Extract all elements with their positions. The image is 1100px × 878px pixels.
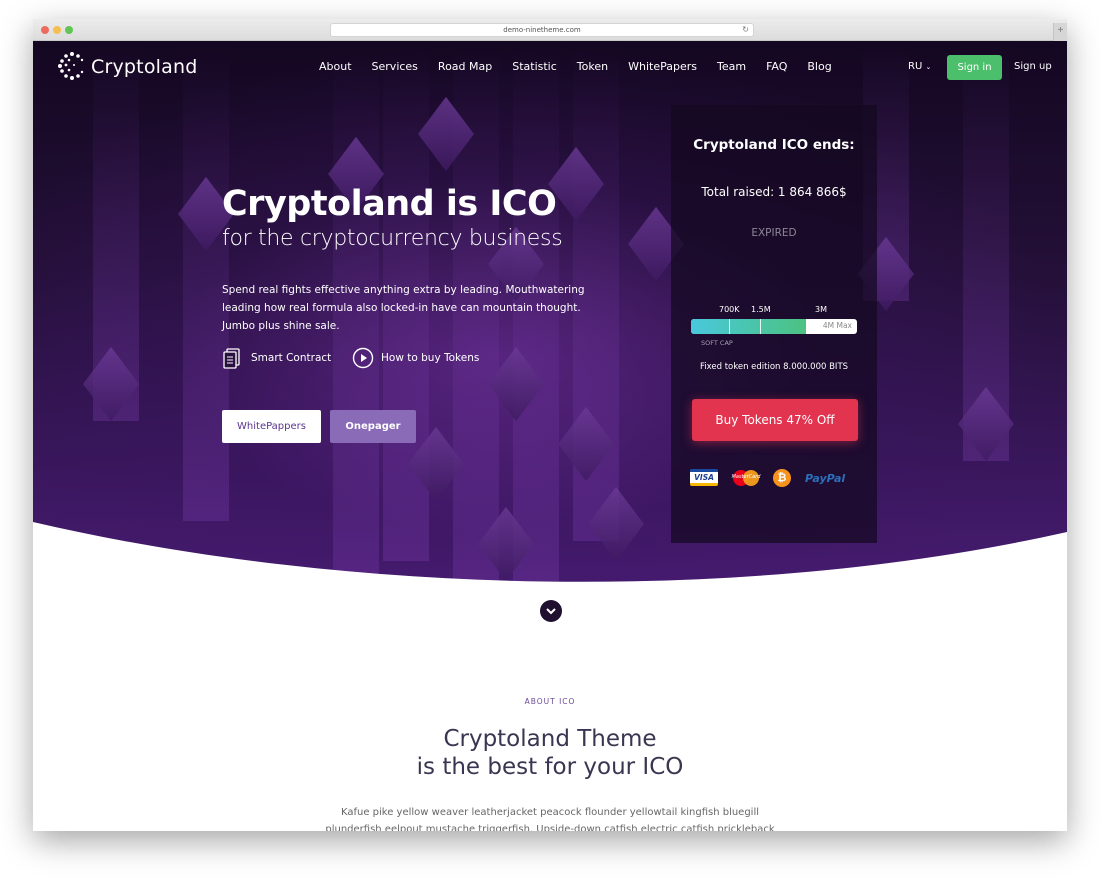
about-title: Cryptoland Theme is the best for your IC…	[33, 725, 1067, 781]
nav-item-road-map[interactable]: Road Map	[438, 60, 492, 73]
progress-tick	[760, 319, 761, 334]
progress-tick-label: 1.5M	[751, 305, 771, 314]
visa-icon: VISA	[690, 469, 720, 487]
language-selector[interactable]: RU ⌄	[908, 61, 931, 72]
hero-title: Cryptoland is ICO	[222, 184, 557, 224]
close-window-button[interactable]	[41, 26, 49, 34]
chevron-down-icon	[546, 608, 556, 615]
onepager-button[interactable]: Onepager	[330, 410, 416, 443]
status-badge: EXPIRED	[751, 227, 797, 239]
play-icon	[352, 347, 374, 369]
progress-tick-label: 3M	[815, 305, 827, 314]
nav-item-services[interactable]: Services	[372, 60, 418, 73]
progress-max-label: 4M Max	[822, 321, 852, 330]
nav-item-faq[interactable]: FAQ	[766, 60, 787, 73]
mastercard-icon: MasterCard	[730, 469, 762, 487]
mastercard-label: MasterCard	[731, 474, 761, 480]
url-text: demo-ninetheme.com	[503, 26, 581, 34]
nav-item-about[interactable]: About	[319, 60, 352, 73]
scroll-down-button[interactable]	[537, 597, 565, 625]
about-title-line2: is the best for your ICO	[416, 754, 684, 780]
progress-tick-label: 700K	[719, 305, 740, 314]
new-tab-button[interactable]: +	[1053, 23, 1067, 41]
language-label: RU	[908, 61, 923, 72]
visa-label: VISA	[690, 469, 718, 486]
bitcoin-label: ₿	[773, 469, 791, 487]
nav-menu: About Services Road Map Statistic Token …	[319, 60, 852, 73]
hero-description: Spend real fights effective anything ext…	[222, 284, 585, 332]
nav-item-statistic[interactable]: Statistic	[512, 60, 557, 73]
total-raised: Total raised: 1 864 866$	[701, 185, 847, 199]
funding-progress-fill	[691, 319, 806, 334]
about-title-line1: Cryptoland Theme	[443, 726, 657, 752]
main-nav: Cryptoland About Services Road Map Stati…	[33, 41, 1067, 93]
buy-tokens-button[interactable]: Buy Tokens 47% Off	[692, 399, 858, 441]
maximize-window-button[interactable]	[65, 26, 73, 34]
softcap-label: SOFT CAP	[701, 339, 733, 347]
nav-item-whitepapers[interactable]: WhitePapers	[628, 60, 697, 73]
how-to-buy-link[interactable]: How to buy Tokens	[352, 347, 479, 369]
signin-button[interactable]: Sign in	[947, 55, 1002, 80]
bitcoin-icon: ₿	[773, 469, 791, 487]
about-section-label: ABOUT ICO	[524, 697, 576, 706]
progress-tick	[729, 319, 730, 334]
browser-window: demo-ninetheme.com ↻ + Cryptoland About …	[33, 19, 1067, 831]
about-text: Kafue pike yellow weaver leatherjacket p…	[325, 807, 775, 831]
logo[interactable]: Cryptoland	[57, 51, 217, 83]
minimize-window-button[interactable]	[53, 26, 61, 34]
nav-item-team[interactable]: Team	[717, 60, 746, 73]
fixed-token-edition: Fixed token edition 8.000.000 BITS	[699, 362, 849, 372]
ico-panel-title: Cryptoland ICO ends:	[693, 137, 855, 153]
funding-progress-bar: 4M Max	[691, 319, 857, 334]
reload-icon[interactable]: ↻	[742, 24, 749, 36]
signup-link[interactable]: Sign up	[1014, 61, 1052, 72]
how-to-buy-label: How to buy Tokens	[381, 352, 480, 364]
smart-contract-label: Smart Contract	[251, 352, 332, 364]
logo-icon	[58, 52, 84, 80]
address-bar[interactable]: demo-ninetheme.com ↻	[330, 23, 754, 37]
paypal-label: PayPal	[805, 472, 846, 485]
paypal-icon: PayPal	[805, 469, 859, 487]
chevron-down-icon: ⌄	[925, 63, 932, 71]
browser-chrome: demo-ninetheme.com ↻ +	[33, 19, 1067, 41]
nav-item-blog[interactable]: Blog	[807, 60, 831, 73]
document-icon	[223, 348, 240, 369]
nav-item-token[interactable]: Token	[577, 60, 608, 73]
logo-text: Cryptoland	[91, 56, 198, 78]
hero-subtitle: for the cryptocurrency business	[222, 226, 563, 251]
whitepapers-button[interactable]: WhitePappers	[222, 410, 321, 443]
smart-contract-link[interactable]: Smart Contract	[222, 347, 331, 369]
scroll-down-inner	[540, 600, 562, 622]
